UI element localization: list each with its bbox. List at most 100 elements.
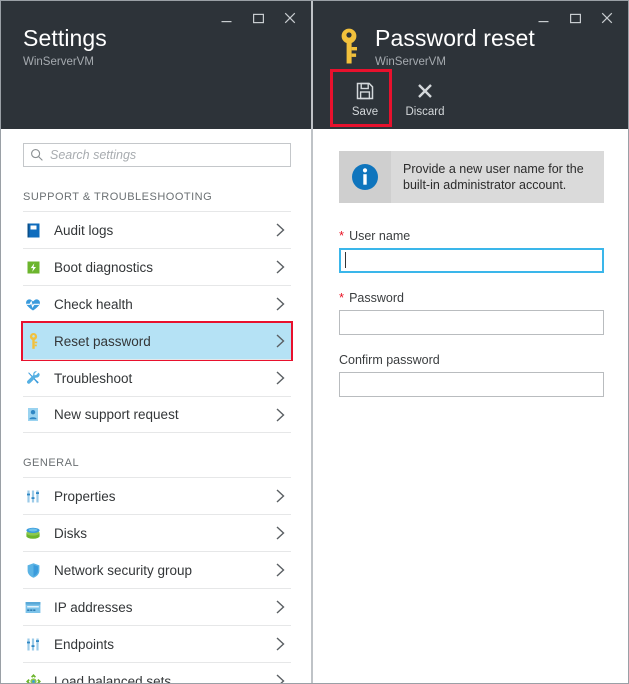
password-label: Password	[349, 291, 404, 305]
password-reset-header-text: Password reset WinServerVM	[375, 25, 535, 70]
save-button-label: Save	[352, 106, 378, 118]
chevron-right-icon	[274, 259, 287, 275]
minimize-icon	[220, 12, 233, 25]
sidebar-item-reset-password[interactable]: Reset password	[23, 322, 291, 359]
discard-icon	[415, 81, 435, 101]
chevron-right-icon	[274, 636, 287, 652]
section-title-general: GENERAL	[23, 457, 311, 469]
chevron-right-icon	[274, 599, 287, 615]
troubleshoot-icon	[23, 368, 43, 388]
confirm-password-label: Confirm password	[339, 353, 440, 367]
audit-logs-icon	[23, 220, 43, 240]
nav-list-support: Audit logs Boot diagnostics	[1, 211, 311, 433]
sidebar-item-properties[interactable]: Properties	[23, 477, 291, 514]
sidebar-item-label: Boot diagnostics	[54, 260, 274, 275]
check-health-icon	[23, 294, 43, 314]
save-icon	[355, 81, 375, 101]
password-reset-blade-header: Password reset WinServerVM Save	[313, 1, 628, 129]
sidebar-item-disks[interactable]: Disks	[23, 514, 291, 551]
minimize-icon	[537, 12, 550, 25]
maximize-button[interactable]	[560, 5, 590, 31]
password-reset-window-controls	[528, 5, 622, 31]
chevron-right-icon	[274, 407, 287, 423]
sidebar-item-label: New support request	[54, 407, 274, 422]
sidebar-item-network-security-group[interactable]: Network security group	[23, 551, 291, 588]
properties-icon	[23, 486, 43, 506]
shield-icon	[23, 560, 43, 580]
disks-icon	[23, 523, 43, 543]
sidebar-item-audit-logs[interactable]: Audit logs	[23, 211, 291, 248]
settings-window-controls	[211, 5, 305, 31]
chevron-right-icon	[274, 488, 287, 504]
sidebar-item-label: Disks	[54, 526, 274, 541]
password-label-row: * Password	[339, 291, 604, 305]
sidebar-item-label: Troubleshoot	[54, 371, 274, 386]
chevron-right-icon	[274, 333, 287, 349]
chevron-right-icon	[274, 562, 287, 578]
user-name-field-group: * User name	[339, 229, 604, 273]
maximize-icon	[569, 12, 582, 25]
sidebar-item-endpoints[interactable]: Endpoints	[23, 625, 291, 662]
sidebar-item-load-balanced-sets[interactable]: Load balanced sets	[23, 662, 291, 683]
discard-button-label: Discard	[406, 106, 445, 118]
user-name-input[interactable]	[339, 248, 604, 273]
endpoints-icon	[23, 634, 43, 654]
load-balanced-sets-icon	[23, 671, 43, 683]
settings-header-text: Settings WinServerVM	[23, 25, 107, 70]
sidebar-item-troubleshoot[interactable]: Troubleshoot	[23, 359, 291, 396]
settings-blade-header: Settings WinServerVM	[1, 1, 311, 129]
save-button[interactable]: Save	[337, 75, 393, 123]
sidebar-item-label: Network security group	[54, 563, 274, 578]
user-name-label: User name	[349, 229, 410, 243]
minimize-button[interactable]	[528, 5, 558, 31]
boot-diagnostics-icon	[23, 257, 43, 277]
sidebar-item-label: Check health	[54, 297, 274, 312]
password-reset-form: Provide a new user name for the built-in…	[313, 129, 628, 683]
maximize-button[interactable]	[243, 5, 273, 31]
chevron-right-icon	[274, 222, 287, 238]
command-bar: Save Discard	[337, 75, 453, 123]
close-icon	[600, 11, 614, 25]
chevron-right-icon	[274, 525, 287, 541]
sidebar-item-label: IP addresses	[54, 600, 274, 615]
info-banner: Provide a new user name for the built-in…	[339, 151, 604, 203]
search-input[interactable]	[50, 148, 284, 162]
chevron-right-icon	[274, 296, 287, 312]
user-name-input-wrap	[339, 248, 604, 273]
minimize-button[interactable]	[211, 5, 241, 31]
required-indicator: *	[339, 229, 344, 242]
close-button[interactable]	[592, 5, 622, 31]
maximize-icon	[252, 12, 265, 25]
sidebar-item-ip-addresses[interactable]: IP addresses	[23, 588, 291, 625]
confirm-password-input[interactable]	[339, 372, 604, 397]
info-banner-text: Provide a new user name for the built-in…	[391, 151, 604, 203]
section-title-support: SUPPORT & TROUBLESHOOTING	[23, 191, 311, 203]
settings-blade: Settings WinServerVM SUPPORT & TROUBLESH…	[1, 1, 312, 683]
sidebar-item-new-support-request[interactable]: New support request	[23, 396, 291, 433]
sidebar-item-label: Properties	[54, 489, 274, 504]
text-cursor	[345, 252, 346, 268]
search-settings-box[interactable]	[23, 143, 291, 167]
key-icon	[335, 27, 365, 67]
settings-body: SUPPORT & TROUBLESHOOTING Audit logs	[1, 129, 311, 683]
password-input[interactable]	[339, 310, 604, 335]
support-request-icon	[23, 405, 43, 425]
sidebar-item-check-health[interactable]: Check health	[23, 285, 291, 322]
sidebar-item-label: Reset password	[54, 334, 274, 349]
chevron-right-icon	[274, 673, 287, 683]
password-reset-blade: Password reset WinServerVM Save	[312, 1, 628, 683]
user-name-label-row: * User name	[339, 229, 604, 243]
settings-title: Settings	[23, 25, 107, 51]
save-button-wrap: Save	[337, 75, 393, 123]
key-icon	[23, 331, 43, 351]
discard-button[interactable]: Discard	[397, 75, 453, 123]
close-icon	[283, 11, 297, 25]
close-button[interactable]	[275, 5, 305, 31]
password-field-group: * Password	[339, 291, 604, 335]
sidebar-item-label: Audit logs	[54, 223, 274, 238]
confirm-password-field-group: Confirm password	[339, 353, 604, 397]
chevron-right-icon	[274, 370, 287, 386]
sidebar-item-boot-diagnostics[interactable]: Boot diagnostics	[23, 248, 291, 285]
search-settings-wrap	[23, 143, 291, 167]
sidebar-item-label: Load balanced sets	[54, 674, 274, 684]
